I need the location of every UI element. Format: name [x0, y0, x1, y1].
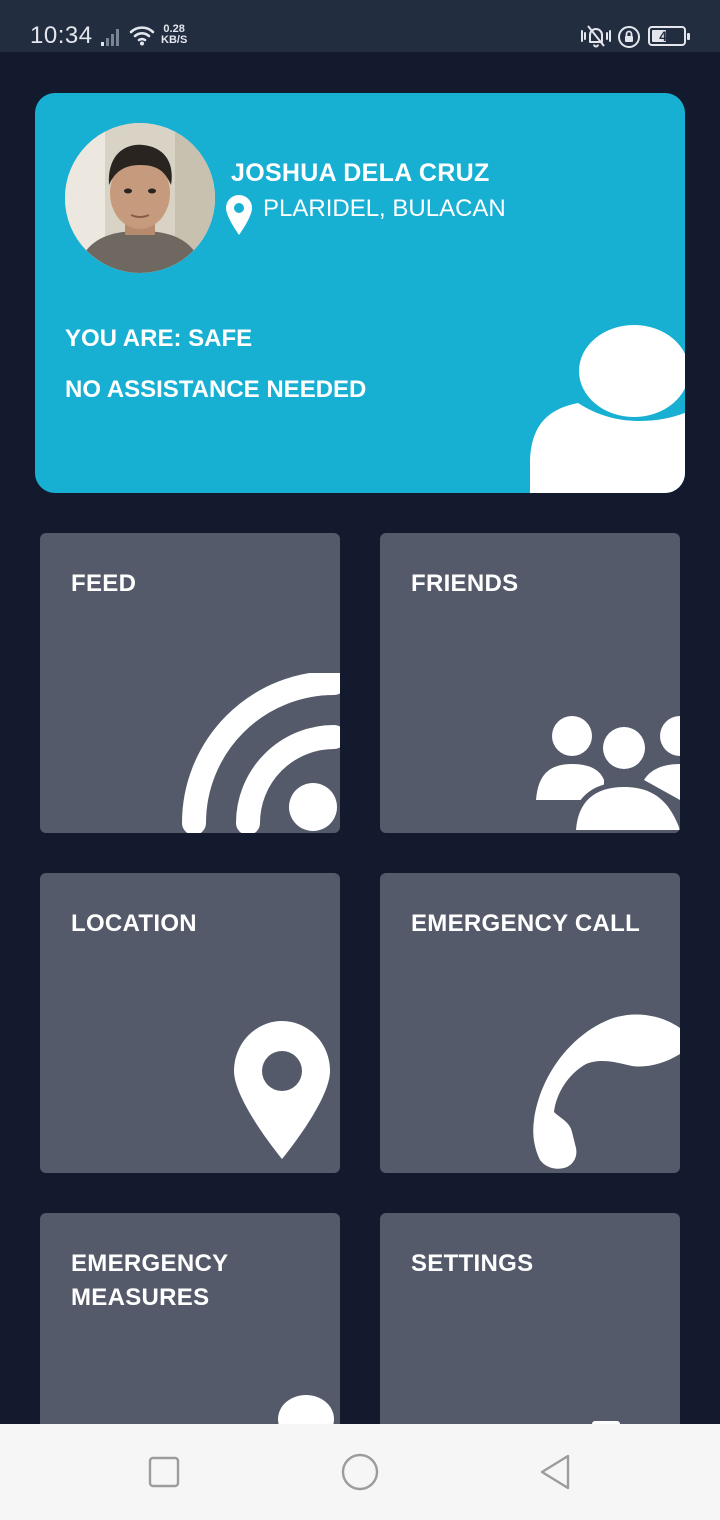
battery-icon: 42	[648, 26, 690, 46]
tile-emergency-measures-label: EMERGENCY MEASURES	[71, 1250, 229, 1311]
battery-level: 42	[659, 28, 675, 44]
profile-name: JOSHUA DELA CRUZ	[231, 159, 490, 187]
tile-emergency-call-label: EMERGENCY CALL	[411, 910, 641, 937]
tile-friends-label: FRIENDS	[411, 570, 519, 597]
assistance-status: NO ASSISTANCE NEEDED	[65, 376, 367, 403]
tile-friends[interactable]: FRIENDS	[380, 533, 680, 833]
tile-settings-label: SETTINGS	[411, 1250, 534, 1277]
user-silhouette-icon	[530, 325, 685, 493]
system-nav-bar	[0, 1424, 720, 1520]
rss-feed-icon	[182, 673, 340, 833]
tile-location-label: LOCATION	[71, 910, 197, 937]
rotation-lock-icon	[618, 26, 640, 48]
safety-status: YOU ARE: SAFE	[65, 325, 253, 352]
location-pin-icon	[234, 1021, 330, 1159]
status-time: 10:34	[30, 22, 93, 49]
status-bar: 10:34 0.28 KB/S 42	[0, 0, 720, 52]
avatar-photo	[65, 123, 215, 273]
tile-location[interactable]: LOCATION	[40, 873, 340, 1173]
recents-square-icon[interactable]	[144, 1452, 184, 1492]
phone-icon	[533, 1014, 680, 1169]
tile-feed[interactable]: FEED	[40, 533, 340, 833]
tile-feed-label: FEED	[71, 570, 137, 597]
home-circle-icon[interactable]	[340, 1452, 380, 1492]
vibrate-icon	[581, 25, 611, 48]
tile-emergency-call[interactable]: EMERGENCY CALL	[380, 873, 680, 1173]
avatar[interactable]	[65, 123, 215, 273]
wifi-icon	[129, 26, 155, 46]
network-speed: 0.28 KB/S	[161, 24, 187, 46]
back-triangle-icon[interactable]	[536, 1452, 576, 1492]
map-pin-icon	[226, 195, 252, 235]
profile-card[interactable]: JOSHUA DELA CRUZ PLARIDEL, BULACAN YOU A…	[35, 93, 685, 493]
network-speed-unit: KB/S	[161, 34, 188, 46]
friends-group-icon	[536, 716, 680, 833]
signal-icon	[101, 29, 119, 46]
profile-location: PLARIDEL, BULACAN	[263, 195, 506, 222]
